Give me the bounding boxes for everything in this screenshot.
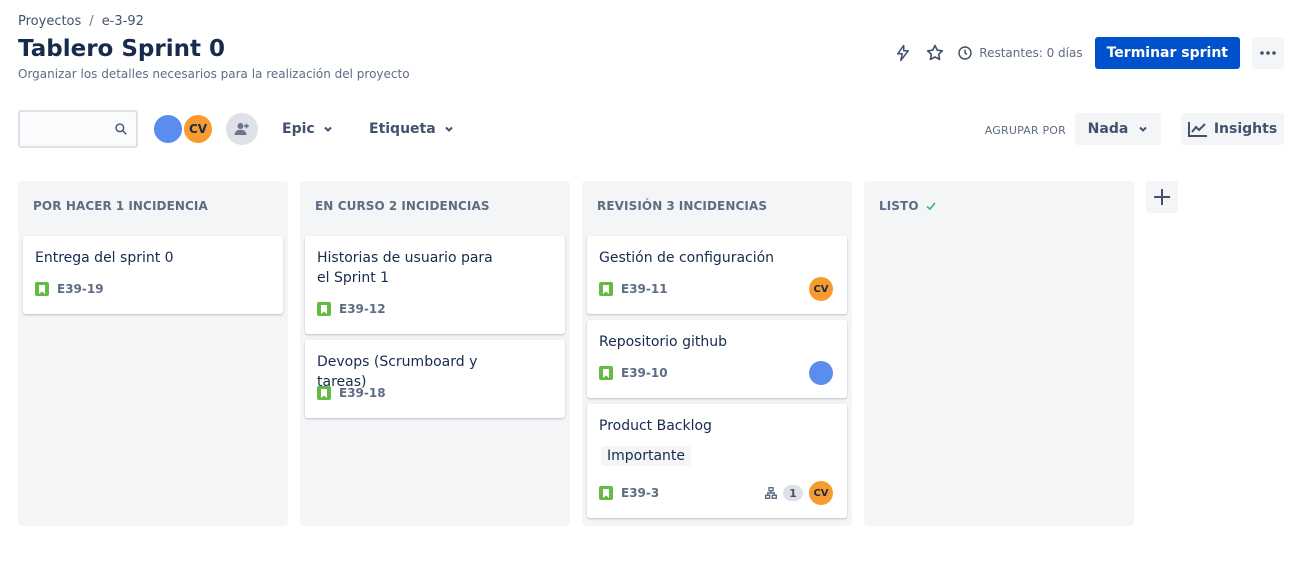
page-title: Tablero Sprint 0 — [18, 36, 225, 62]
chevron-down-icon — [444, 126, 453, 132]
automation-button[interactable] — [887, 37, 919, 69]
issue-footer: E39-18 — [317, 381, 386, 405]
column-en-curso: EN CURSO 2 INCIDENCIAS Historias de usua… — [300, 181, 570, 526]
issue-title: Repositorio github — [599, 334, 727, 350]
issue-key: E39-12 — [339, 302, 386, 316]
complete-sprint-button[interactable]: Terminar sprint — [1094, 37, 1240, 69]
issue-title: Historias de usuario para el Sprint 1 — [317, 250, 493, 286]
clock-icon — [958, 46, 973, 60]
check-icon — [926, 202, 936, 211]
group-by-value: Nada — [1087, 121, 1129, 137]
group-by-select[interactable]: Nada — [1075, 113, 1161, 145]
lightning-icon — [897, 44, 910, 62]
more-button[interactable] — [1252, 37, 1284, 69]
remaining-text: Restantes: 0 días — [979, 46, 1083, 60]
story-icon — [317, 386, 331, 400]
column-header: EN CURSO 2 INCIDENCIAS — [315, 199, 490, 213]
column-count: 3 — [666, 199, 675, 213]
issue-footer: E39-3 — [599, 481, 659, 505]
column-name: POR HACER — [33, 199, 112, 213]
epic-filter-label: Epic — [282, 121, 315, 137]
column-header: REVISIÓN 3 INCIDENCIAS — [597, 199, 767, 213]
story-icon — [317, 302, 331, 316]
star-icon — [927, 44, 944, 61]
header-actions: Restantes: 0 días Terminar sprint — [887, 37, 1284, 69]
breadcrumb-separator: / — [89, 14, 94, 29]
issue-card[interactable]: Product Backlog Importante E39-3 1 CV — [587, 404, 847, 518]
column-unit: INCIDENCIAS — [401, 199, 490, 213]
issue-label: Importante — [601, 446, 692, 466]
story-icon — [599, 486, 613, 500]
epic-filter[interactable]: Epic — [274, 113, 341, 145]
issue-footer: E39-19 — [35, 277, 104, 301]
subtask-icon — [765, 487, 777, 499]
issue-key: E39-10 — [621, 366, 668, 380]
issue-key: E39-3 — [621, 486, 660, 500]
more-icon — [1260, 51, 1276, 55]
remaining-time: Restantes: 0 días — [957, 45, 1083, 61]
column-por-hacer: POR HACER 1 INCIDENCIA Entrega del sprin… — [18, 181, 288, 526]
subtasks-indicator: 1 — [765, 485, 803, 501]
column-revision: REVISIÓN 3 INCIDENCIAS Gestión de config… — [582, 181, 852, 526]
chart-line-icon — [1187, 122, 1207, 137]
issue-card[interactable]: Repositorio github E39-10 — [587, 320, 847, 398]
assignee-avatar[interactable]: CV — [809, 277, 833, 301]
story-icon — [599, 282, 613, 296]
column-header: POR HACER 1 INCIDENCIA — [33, 199, 208, 213]
issue-key: E39-11 — [621, 282, 668, 296]
issue-footer: E39-11 — [599, 277, 668, 301]
column-count: 1 — [115, 199, 125, 213]
column-listo: LISTO — [864, 181, 1134, 526]
column-name: EN CURSO — [315, 199, 385, 213]
issue-card[interactable]: Gestión de configuración E39-11 CV — [587, 236, 847, 314]
avatar-initials: CV — [188, 122, 208, 136]
search-input[interactable] — [26, 112, 112, 146]
search-box — [18, 110, 138, 148]
board-toolbar: CV Epic Etiqueta AGRUPAR POR Nada Insigh… — [18, 110, 1284, 148]
star-button[interactable] — [919, 37, 951, 69]
chevron-down-icon — [1139, 126, 1148, 132]
label-filter-label: Etiqueta — [369, 121, 436, 137]
breadcrumb: Proyectos / e-3-92 — [18, 14, 144, 29]
subtask-count: 1 — [783, 485, 803, 501]
issue-title: Entrega del sprint 0 — [35, 250, 174, 266]
story-icon — [35, 282, 49, 296]
issue-footer: E39-12 — [317, 297, 386, 321]
column-count: 2 — [388, 199, 398, 213]
insights-label: Insights — [1213, 121, 1278, 137]
column-unit: INCIDENCIA — [128, 199, 208, 213]
column-name: LISTO — [879, 199, 919, 213]
chevron-down-icon — [323, 126, 332, 132]
story-icon — [599, 366, 613, 380]
add-person-icon — [234, 123, 249, 135]
issue-key: E39-18 — [339, 386, 386, 400]
column-name: REVISIÓN — [597, 199, 663, 213]
issue-card[interactable]: Entrega del sprint 0 E39-19 — [23, 236, 283, 314]
plus-icon — [1154, 189, 1170, 205]
assignee-avatar[interactable]: CV — [809, 481, 833, 505]
issue-footer: E39-10 — [599, 361, 668, 385]
breadcrumb-projects[interactable]: Proyectos — [18, 14, 81, 29]
add-column-button[interactable] — [1146, 181, 1178, 213]
avatar-user-cv[interactable]: CV — [182, 113, 214, 145]
breadcrumb-project[interactable]: e-3-92 — [102, 14, 144, 29]
issue-key: E39-19 — [57, 282, 104, 296]
column-header: LISTO — [879, 199, 939, 213]
column-unit: INCIDENCIAS — [678, 199, 768, 213]
avatar-user-1[interactable] — [152, 113, 184, 145]
add-people-button[interactable] — [226, 113, 258, 145]
issue-title: Product Backlog — [599, 418, 712, 434]
label-filter[interactable]: Etiqueta — [361, 113, 462, 145]
issue-title: Gestión de configuración — [599, 250, 775, 266]
issue-card[interactable]: Devops (Scrumboard y tareas) E39-18 — [305, 340, 565, 418]
search-icon — [115, 123, 127, 135]
assignee-avatar[interactable] — [809, 361, 833, 385]
insights-button[interactable]: Insights — [1181, 113, 1284, 145]
group-by-label: AGRUPAR POR — [984, 124, 1066, 137]
page-subtitle: Organizar los detalles necesarios para l… — [18, 67, 410, 81]
issue-card[interactable]: Historias de usuario para el Sprint 1 E3… — [305, 236, 565, 334]
